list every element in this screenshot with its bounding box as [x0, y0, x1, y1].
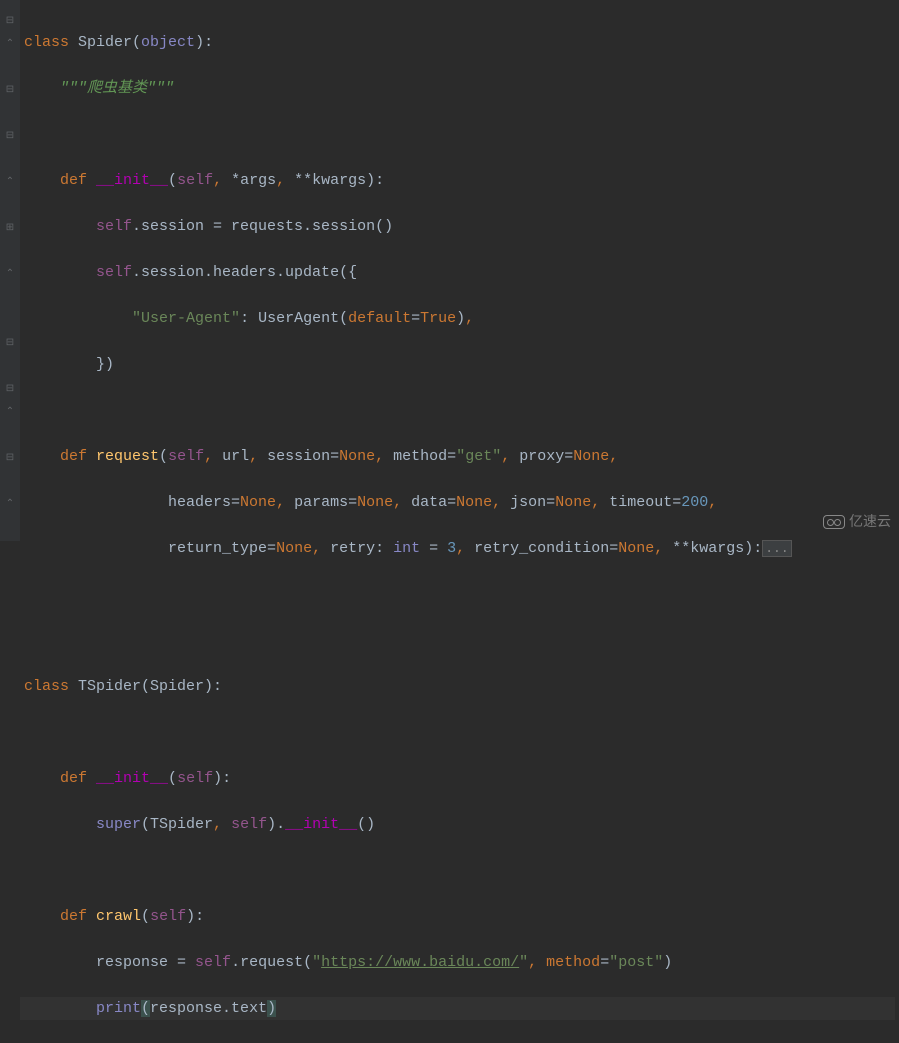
code-line: self.session = requests.session() [24, 215, 895, 238]
code-line: headers=None, params=None, data=None, js… [24, 491, 895, 514]
code-editor[interactable]: class Spider(object): """爬虫基类""" def __i… [24, 8, 895, 1043]
fold-icon[interactable]: ⊟ [4, 10, 16, 22]
code-line: def __init__(self, *args, **kwargs): [24, 169, 895, 192]
fold-icon[interactable]: ⌃ [4, 263, 16, 275]
code-line: self.session.headers.update({ [24, 261, 895, 284]
fold-icon[interactable]: ⊟ [4, 447, 16, 459]
code-line: super(TSpider, self).__init__() [24, 813, 895, 836]
code-line: }) [24, 353, 895, 376]
code-line: response = self.request("https://www.bai… [24, 951, 895, 974]
code-line: return_type=None, retry: int = 3, retry_… [24, 537, 895, 560]
code-line [24, 583, 895, 606]
code-line [24, 859, 895, 882]
fold-icon[interactable]: ⊟ [4, 125, 16, 137]
code-line [24, 721, 895, 744]
fold-icon[interactable]: ⌃ [4, 493, 16, 505]
code-line [24, 399, 895, 422]
code-line [24, 123, 895, 146]
code-line: """爬虫基类""" [24, 77, 895, 100]
code-line-current: print(response.text) [20, 997, 895, 1020]
gutter: ⊟ ⌃ ⊟ ⊟ ⌃ ⊞ ⌃ ⊟ ⊟ ⌃ ⊟ ⌃ [0, 0, 20, 541]
code-line: def crawl(self): [24, 905, 895, 928]
code-line: def request(self, url, session=None, met… [24, 445, 895, 468]
fold-icon[interactable]: ⌃ [4, 33, 16, 45]
fold-icon[interactable]: ⌃ [4, 171, 16, 183]
watermark-icon [823, 515, 845, 529]
code-line: "User-Agent": UserAgent(default=True), [24, 307, 895, 330]
collapsed-fold[interactable]: ... [762, 540, 791, 557]
fold-icon[interactable]: ⊟ [4, 332, 16, 344]
watermark: 亿速云 [823, 510, 891, 533]
fold-icon[interactable]: ⊞ [4, 217, 16, 229]
fold-icon[interactable]: ⌃ [4, 401, 16, 413]
code-line: def __init__(self): [24, 767, 895, 790]
code-line: class Spider(object): [24, 31, 895, 54]
fold-icon[interactable]: ⊟ [4, 79, 16, 91]
code-line: class TSpider(Spider): [24, 675, 895, 698]
code-line [24, 629, 895, 652]
fold-icon[interactable]: ⊟ [4, 378, 16, 390]
watermark-text: 亿速云 [849, 510, 891, 533]
